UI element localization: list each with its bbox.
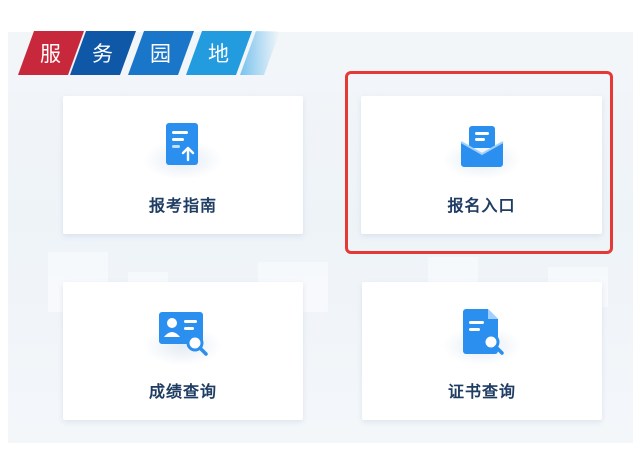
- document-upload-icon: [166, 123, 198, 165]
- card-label: 证书查询: [447, 382, 516, 401]
- banner-char: 地: [186, 31, 252, 75]
- card-label: 成绩查询: [148, 382, 217, 401]
- exam-guide-card[interactable]: 报考指南: [63, 96, 303, 234]
- card-label: 报考指南: [148, 196, 217, 215]
- envelope-icon: [460, 126, 503, 167]
- registration-entry-card[interactable]: 报名入口: [361, 96, 602, 234]
- score-query-card[interactable]: 成绩查询: [63, 282, 303, 420]
- section-banner: 服 务 园 地: [18, 31, 268, 75]
- card-label: 报名入口: [447, 196, 516, 215]
- banner-char: 园: [128, 31, 194, 75]
- document-search-icon: [463, 309, 504, 355]
- certificate-query-card[interactable]: 证书查询: [362, 282, 602, 420]
- id-card-search-icon: [159, 312, 208, 356]
